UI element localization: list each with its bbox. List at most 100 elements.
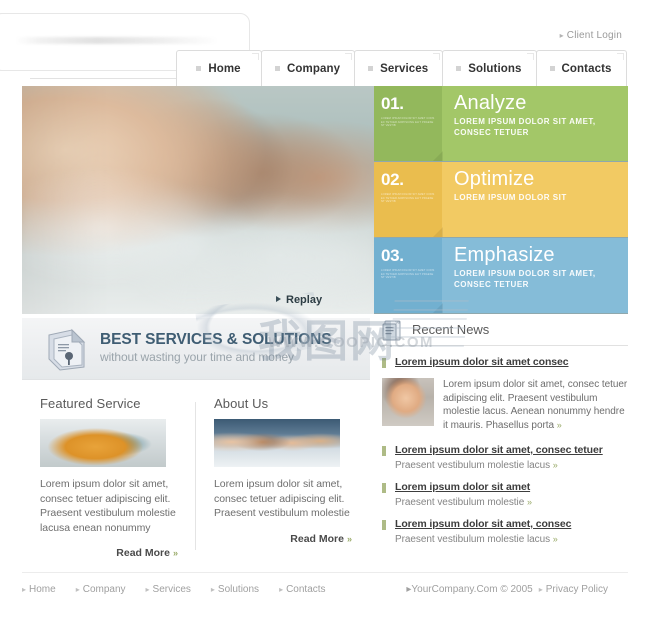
nav-bullet-icon <box>549 66 555 71</box>
nav-tab-services[interactable]: Services <box>354 50 444 86</box>
chevron-right-icon[interactable]: » <box>527 497 532 507</box>
nav-tab-solutions[interactable]: Solutions <box>442 50 537 86</box>
nav-tab-company[interactable]: Company <box>261 50 356 86</box>
footer-privacy-label: Privacy Policy <box>545 584 608 595</box>
recent-news-sidebar: 99 Recent News Lorem ipsum dolor sit ame… <box>382 320 628 566</box>
hero-photo-businessmen <box>22 86 374 314</box>
news-bullet-icon <box>382 358 386 368</box>
footer-link-company[interactable]: ▸ Company <box>76 584 126 595</box>
news-desc-text: Praesent vestibulum molestie lacus <box>395 460 551 471</box>
column-body: Lorem ipsum dolor sit amet, consec tetue… <box>214 478 350 519</box>
banner-headline: BEST SERVICES & SOLUTIONS <box>100 331 332 348</box>
footer-link-home[interactable]: ▸ Home <box>22 584 56 595</box>
news-desc: Praesent vestibulum molestie » <box>395 496 628 509</box>
news-bullet-icon <box>382 483 386 493</box>
chevron-right-icon: » <box>172 548 178 558</box>
footer-link-privacy[interactable]: ▸ Privacy Policy <box>539 584 608 595</box>
column-about-us: About Us Lorem ipsum dolor sit amet, con… <box>196 396 370 566</box>
footer-link-contacts[interactable]: ▸ Contacts <box>279 584 325 595</box>
chevron-right-icon[interactable]: » <box>553 460 558 470</box>
nav-tab-label: Company <box>287 62 341 75</box>
footer-link-label: Home <box>29 584 56 595</box>
news-item-2[interactable]: Lorem ipsum dolor sit amet Praesent vest… <box>382 481 628 509</box>
feature-panel-optimize[interactable]: 02. LOREM IPSUM DOLOR SIT AMET CONSEC TE… <box>374 162 628 237</box>
footer-link-label: Solutions <box>217 584 260 595</box>
news-headset-avatar[interactable] <box>382 378 434 426</box>
column-featured-service: Featured Service Lorem ipsum dolor sit a… <box>22 396 196 566</box>
footer-arrow-icon: ▸ <box>538 585 543 594</box>
nav-tab-home[interactable]: Home <box>176 50 262 86</box>
tab-corner-fold-icon <box>433 53 441 60</box>
news-headline: Lorem ipsum dolor sit amet, consec <box>395 518 572 530</box>
footer-arrow-icon: ▸ <box>75 585 80 594</box>
feature-panel-emphasize[interactable]: 03. LOREM IPSUM DOLOR SIT AMET CONSEC TE… <box>374 238 628 313</box>
hero-feature-panels: 01. LOREM IPSUM DOLOR SIT AMET CONSEC TE… <box>374 86 628 314</box>
panel-body: Optimize LOREM IPSUM DOLOR SIT <box>442 162 628 237</box>
news-lead-item: Lorem ipsum dolor sit amet, consec tetue… <box>382 378 628 432</box>
nav-tab-contacts[interactable]: Contacts <box>535 50 627 86</box>
client-login-label: Client Login <box>566 30 622 41</box>
client-login-link[interactable]: ▸ Client Login <box>560 30 622 41</box>
read-more-label: Read More <box>116 547 170 559</box>
panel-number-block: 01. LOREM IPSUM DOLOR SIT AMET CONSEC TE… <box>374 86 443 161</box>
tab-corner-fold-icon <box>616 53 624 60</box>
news-item-3[interactable]: Lorem ipsum dolor sit amet, consec Praes… <box>382 518 628 546</box>
client-login-arrow-icon: ▸ <box>559 31 564 40</box>
read-more-featured[interactable]: Read More» <box>40 547 178 559</box>
news-headline: Lorem ipsum dolor sit amet, consec tetue… <box>395 444 603 456</box>
tab-corner-fold-icon <box>345 53 353 60</box>
column-title: About Us <box>214 396 269 411</box>
panel-number-block: 02. LOREM IPSUM DOLOR SIT AMET CONSEC TE… <box>374 162 443 237</box>
panel-microtext: LOREM IPSUM DOLOR SIT AMET CONSEC TETUER… <box>381 193 435 204</box>
footer-link-services[interactable]: ▸ Services <box>146 584 191 595</box>
news-item-1[interactable]: Lorem ipsum dolor sit amet, consec tetue… <box>382 444 628 472</box>
news-desc-text: Praesent vestibulum molestie lacus <box>395 534 551 545</box>
nav-tab-label: Contacts <box>561 62 612 75</box>
tab-corner-fold-icon <box>526 53 534 60</box>
replay-button[interactable]: Replay <box>276 294 322 306</box>
content-columns: Featured Service Lorem ipsum dolor sit a… <box>22 396 370 566</box>
news-headline: Lorem ipsum dolor sit amet consec <box>395 356 569 368</box>
footer-arrow-icon: ▸ <box>22 585 27 594</box>
news-lead-body: Lorem ipsum dolor sit amet, consec tetue… <box>443 378 628 432</box>
recent-news-title: Recent News <box>412 322 490 337</box>
nav-bullet-icon <box>368 66 374 71</box>
panel-body: Emphasize LOREM IPSUM DOLOR SIT AMET, CO… <box>442 238 628 313</box>
panel-title: Optimize <box>454 168 535 190</box>
banner-text: BEST SERVICES & SOLUTIONS without wastin… <box>100 330 332 365</box>
news-lead-headline-row[interactable]: Lorem ipsum dolor sit amet consec <box>382 356 628 369</box>
panel-title: Analyze <box>454 92 527 114</box>
feature-panel-analyze[interactable]: 01. LOREM IPSUM DOLOR SIT AMET CONSEC TE… <box>374 86 628 161</box>
services-banner: BEST SERVICES & SOLUTIONS without wastin… <box>22 318 370 380</box>
panel-number: 03. <box>381 246 404 265</box>
chevron-right-icon: » <box>346 533 352 544</box>
panel-subtitle: LOREM IPSUM DOLOR SIT AMET, CONSEC TETUE… <box>454 117 596 137</box>
column-title: Featured Service <box>40 396 141 411</box>
nav-tab-label: Home <box>208 62 241 75</box>
column-body: Lorem ipsum dolor sit amet, consec tetue… <box>40 478 176 534</box>
panel-number-block: 03. LOREM IPSUM DOLOR SIT AMET CONSEC TE… <box>374 238 443 313</box>
panel-microtext: LOREM IPSUM DOLOR SIT AMET CONSEC TETUER… <box>381 269 435 280</box>
footer-link-solutions[interactable]: ▸ Solutions <box>211 584 259 595</box>
panel-body: Analyze LOREM IPSUM DOLOR SIT AMET, CONS… <box>442 86 628 161</box>
read-more-about[interactable]: Read More» <box>214 533 352 545</box>
document-stack-icon <box>48 328 86 371</box>
news-desc: Praesent vestibulum molestie lacus » <box>395 533 628 546</box>
chevron-right-icon[interactable]: » <box>557 420 562 430</box>
play-triangle-icon <box>276 296 281 302</box>
svg-text:99: 99 <box>396 320 401 325</box>
footer-arrow-icon: ▸ <box>145 585 150 594</box>
footer-arrow-icon: ▸ <box>210 585 215 594</box>
recent-news-header: 99 Recent News <box>382 320 628 346</box>
news-bullet-icon <box>382 520 386 530</box>
hero-photo-vignette <box>22 86 374 314</box>
news-bullet-icon <box>382 446 386 456</box>
about-us-thumbnail[interactable] <box>214 419 340 467</box>
footer-link-label: Company <box>82 584 126 595</box>
chevron-right-icon[interactable]: » <box>553 534 558 544</box>
panel-number: 01. <box>381 94 404 113</box>
panel-subtitle: LOREM IPSUM DOLOR SIT AMET, CONSEC TETUE… <box>454 269 596 289</box>
news-desc-text: Praesent vestibulum molestie <box>395 497 525 508</box>
featured-service-thumbnail[interactable] <box>40 419 166 467</box>
footer-copyright: ▸YourCompany.Com © 2005 <box>406 584 532 595</box>
